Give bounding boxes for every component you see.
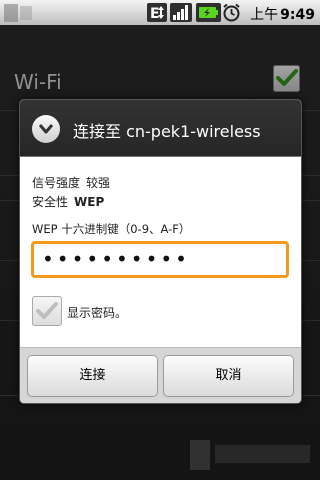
dialog-button-bar: 连接 取消 xyxy=(20,347,301,403)
time: 9:49 xyxy=(280,7,315,23)
time-prefix: 上午 xyxy=(250,7,279,23)
alarm-clock-icon xyxy=(223,3,240,22)
password-input[interactable]: •••••••••• xyxy=(31,241,289,278)
security-value: WEP xyxy=(74,195,105,209)
password-label: WEP 十六进制键（0-9、A-F） xyxy=(32,222,191,236)
wifi-connect-dialog: 连接至 cn-pek1-wireless 信号强度 较强 安全性 WEP WEP 十… xyxy=(20,100,301,403)
connect-button[interactable]: 连接 xyxy=(27,355,158,397)
dialog-title: 连接至 cn-pek1-wireless xyxy=(73,122,261,141)
show-password-checkbox[interactable] xyxy=(32,296,62,326)
chevron-down-icon xyxy=(32,115,60,143)
checkmark-icon xyxy=(36,302,58,319)
status-clock: 上午 9:49 xyxy=(250,4,315,24)
notification-blur xyxy=(20,6,32,20)
signal-strength-row: 信号强度 较强 xyxy=(32,174,110,191)
status-bar: E 上午 9:49 xyxy=(0,0,320,25)
svg-text:E: E xyxy=(150,6,160,22)
signal-strength-label: 信号强度 xyxy=(32,176,81,190)
security-row: 安全性 WEP xyxy=(32,193,104,210)
security-label: 安全性 xyxy=(32,195,69,209)
signal-strength-value: 较强 xyxy=(86,176,111,190)
signal-strength-icon xyxy=(170,3,192,22)
data-transfer-icon: E xyxy=(147,3,167,22)
show-password-label[interactable]: 显示密码。 xyxy=(67,304,127,321)
dialog-title-bar: 连接至 cn-pek1-wireless xyxy=(20,100,301,157)
battery-charging-icon xyxy=(196,3,221,22)
notification-blur xyxy=(4,4,18,22)
cancel-button[interactable]: 取消 xyxy=(163,355,294,397)
